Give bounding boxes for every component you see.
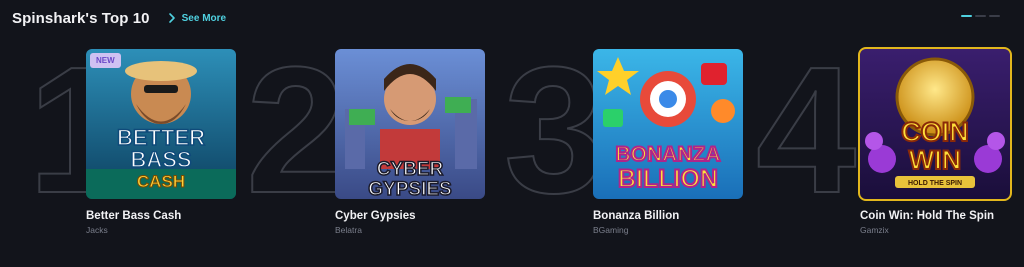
- game-title[interactable]: Bonanza Billion: [593, 210, 743, 222]
- game-thumbnail[interactable]: CYBER GYPSIES: [335, 49, 485, 199]
- svg-text:BASS: BASS: [130, 147, 191, 172]
- carousel-pager[interactable]: [961, 15, 1000, 17]
- svg-text:CYBER: CYBER: [377, 159, 444, 180]
- game-art-better-bass-cash: BETTER BASS CASH: [86, 49, 236, 199]
- see-more-label: See More: [181, 12, 227, 24]
- section-title: Spinshark's Top 10: [12, 9, 150, 27]
- svg-text:HOLD THE SPIN: HOLD THE SPIN: [908, 180, 962, 187]
- game-provider: Gamzix: [860, 225, 889, 235]
- game-title[interactable]: Cyber Gypsies: [335, 210, 485, 222]
- svg-text:BILLION: BILLION: [618, 165, 718, 193]
- new-badge: NEW: [90, 53, 121, 68]
- game-card-cyber-gypsies[interactable]: CYBER GYPSIES Cyber Gypsies Belatra: [335, 49, 485, 235]
- game-art-bonanza-billion: BONANZA BILLION: [593, 49, 743, 199]
- game-title[interactable]: Coin Win: Hold The Spin: [860, 210, 1010, 222]
- game-provider: Belatra: [335, 225, 362, 235]
- game-card-better-bass-cash[interactable]: BETTER BASS CASH NEW Better Bass Cash Ja…: [86, 49, 236, 235]
- see-more-link[interactable]: See More: [166, 12, 226, 24]
- rank-text-4: 4: [756, 40, 856, 205]
- game-card-bonanza-billion[interactable]: BONANZA BILLION Bonanza Billion BGaming: [593, 49, 743, 235]
- game-thumbnail[interactable]: BONANZA BILLION: [593, 49, 743, 199]
- rank-text-3: 3: [504, 40, 604, 205]
- pager-dot-3[interactable]: [989, 15, 1000, 17]
- game-thumbnail[interactable]: COIN WIN HOLD THE SPIN: [858, 47, 1012, 201]
- rank-number-4: 4: [752, 29, 872, 232]
- game-art-cyber-gypsies: CYBER GYPSIES: [335, 49, 485, 199]
- game-provider: Jacks: [86, 225, 108, 235]
- pager-dot-2[interactable]: [975, 15, 986, 17]
- pager-dot-1[interactable]: [961, 15, 972, 17]
- game-provider: BGaming: [593, 225, 629, 235]
- rank-text-2: 2: [246, 40, 346, 205]
- svg-text:COIN: COIN: [901, 117, 969, 147]
- svg-text:BONANZA: BONANZA: [616, 143, 721, 166]
- chevron-right-icon: [168, 13, 175, 23]
- svg-text:CASH: CASH: [137, 172, 185, 191]
- game-card-coin-win[interactable]: COIN WIN HOLD THE SPIN Coin Win: Hold Th…: [858, 47, 1012, 235]
- game-art-coin-win: COIN WIN HOLD THE SPIN: [860, 49, 1010, 199]
- svg-text:WIN: WIN: [909, 145, 961, 175]
- game-title[interactable]: Better Bass Cash: [86, 210, 236, 222]
- svg-text:GYPSIES: GYPSIES: [368, 179, 451, 199]
- game-thumbnail[interactable]: BETTER BASS CASH NEW: [86, 49, 236, 199]
- section-header: Spinshark's Top 10 See More: [12, 6, 226, 30]
